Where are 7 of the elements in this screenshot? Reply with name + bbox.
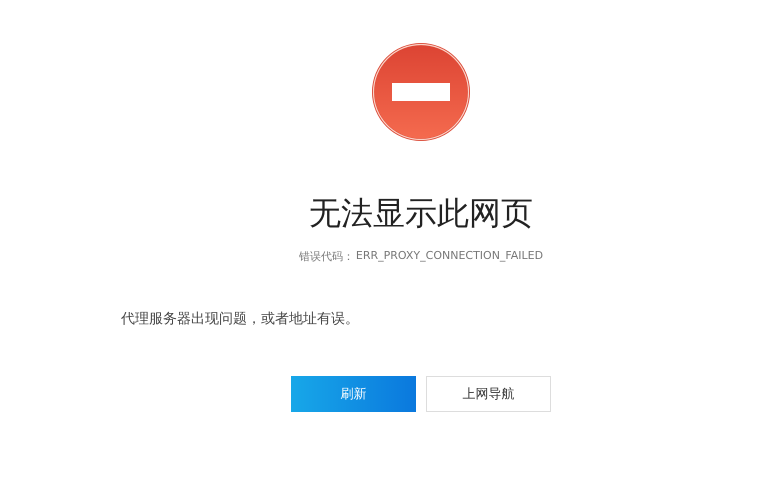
refresh-button[interactable]: 刷新 <box>291 376 416 412</box>
error-code: ERR_PROXY_CONNECTION_FAILED <box>356 249 544 264</box>
navigation-button[interactable]: 上网导航 <box>426 376 551 412</box>
error-title: 无法显示此网页 <box>309 193 533 234</box>
error-code-label: 错误代码： <box>298 249 354 264</box>
stop-icon <box>371 42 471 142</box>
error-message: 代理服务器出现问题，或者地址有误。 <box>121 310 360 328</box>
